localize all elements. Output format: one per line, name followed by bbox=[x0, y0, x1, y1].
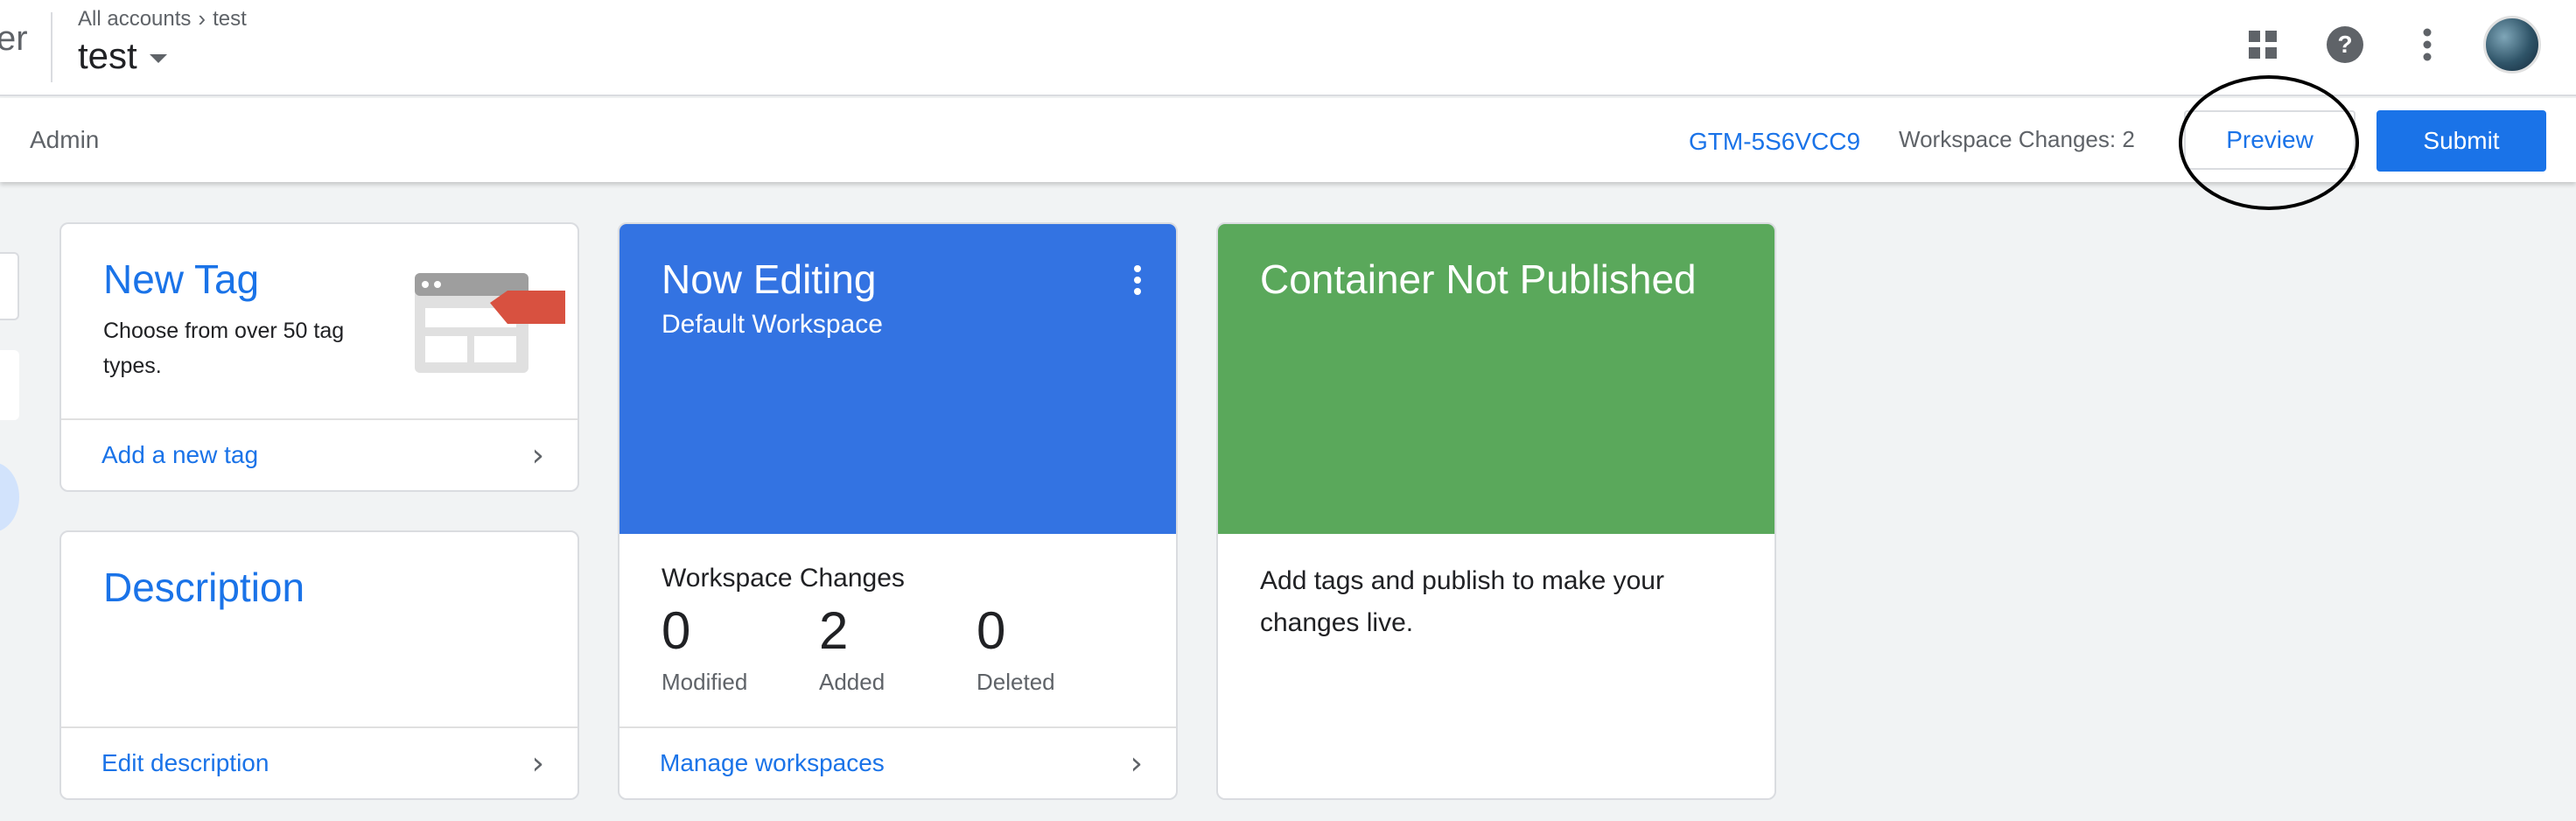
stat-value: 0 bbox=[662, 601, 691, 660]
workspace-more-vert-icon[interactable] bbox=[1132, 264, 1143, 300]
container-not-published-card: Container Not Published Add tags and pub… bbox=[1216, 222, 1776, 800]
edit-description-link[interactable]: Edit description bbox=[102, 749, 269, 777]
admin-tab[interactable]: Admin bbox=[30, 126, 99, 154]
new-tag-title: New Tag bbox=[103, 256, 260, 302]
breadcrumb: All accounts › test bbox=[78, 5, 247, 32]
stat-label: Modified bbox=[662, 669, 748, 695]
container-selector[interactable]: test bbox=[78, 35, 167, 77]
avatar[interactable] bbox=[2483, 16, 2541, 74]
description-footer[interactable]: Edit description › bbox=[61, 726, 578, 798]
not-published-text: Add tags and publish to make your change… bbox=[1260, 566, 1664, 637]
breadcrumb-chevron-icon: › bbox=[198, 5, 206, 32]
container-name: test bbox=[78, 35, 137, 76]
not-published-title: Container Not Published bbox=[1260, 256, 1697, 302]
new-tag-description: Choose from over 50 tag types. bbox=[103, 319, 345, 378]
header-divider bbox=[51, 12, 52, 82]
workspace-changes-label: Workspace Changes bbox=[662, 564, 905, 593]
not-published-header: Container Not Published bbox=[1218, 224, 1774, 534]
add-new-tag-link[interactable]: Add a new tag bbox=[102, 441, 258, 469]
caret-down-icon bbox=[149, 54, 167, 63]
manage-workspaces-link[interactable]: Manage workspaces bbox=[660, 749, 885, 777]
new-tag-card[interactable]: New Tag Choose from over 50 tag types. A… bbox=[60, 222, 579, 492]
manage-workspaces-footer[interactable]: Manage workspaces › bbox=[620, 726, 1176, 798]
description-card: Description Edit description › bbox=[60, 530, 579, 800]
apps-grid-icon[interactable] bbox=[2236, 18, 2289, 71]
product-name-fragment: er bbox=[0, 19, 28, 58]
stat-value: 0 bbox=[976, 601, 1006, 660]
stat-label: Added bbox=[819, 669, 886, 695]
workspace-name: Default Workspace bbox=[662, 310, 883, 339]
left-nav-fragment bbox=[0, 350, 19, 420]
stat-modified: 0 Modified bbox=[662, 600, 747, 696]
breadcrumb-account[interactable]: test bbox=[213, 7, 247, 32]
chevron-right-icon: › bbox=[531, 745, 544, 782]
description-title: Description bbox=[103, 565, 305, 610]
svg-text:?: ? bbox=[2337, 31, 2352, 58]
preview-button[interactable]: Preview bbox=[2184, 110, 2356, 170]
now-editing-header: Now Editing Default Workspace bbox=[620, 224, 1176, 534]
help-icon[interactable]: ? bbox=[2319, 18, 2371, 71]
now-editing-title: Now Editing bbox=[662, 256, 877, 302]
new-tag-footer[interactable]: Add a new tag › bbox=[61, 418, 578, 490]
top-header: er All accounts › test test ? bbox=[0, 0, 2576, 96]
chevron-right-icon: › bbox=[1130, 745, 1143, 782]
left-nav-selected-fragment bbox=[0, 462, 19, 532]
chevron-right-icon: › bbox=[531, 437, 544, 474]
stat-value: 2 bbox=[819, 601, 849, 660]
stat-label: Deleted bbox=[976, 669, 1055, 695]
breadcrumb-all-accounts[interactable]: All accounts bbox=[78, 7, 191, 32]
workspace-changes-count: Workspace Changes: 2 bbox=[1899, 126, 2135, 152]
submit-button[interactable]: Submit bbox=[2376, 110, 2546, 172]
tag-illustration-icon bbox=[415, 273, 565, 381]
stat-deleted: 0 Deleted bbox=[976, 600, 1055, 696]
header-actions: ? bbox=[2236, 16, 2541, 74]
container-id-link[interactable]: GTM-5S6VCC9 bbox=[1689, 128, 1860, 156]
stat-added: 2 Added bbox=[819, 600, 885, 696]
workspace-toolbar: Admin GTM-5S6VCC9 Workspace Changes: 2 P… bbox=[0, 98, 2576, 182]
left-nav-fragment bbox=[0, 252, 19, 320]
now-editing-card: Now Editing Default Workspace Workspace … bbox=[618, 222, 1178, 800]
more-vert-icon[interactable] bbox=[2401, 18, 2454, 71]
